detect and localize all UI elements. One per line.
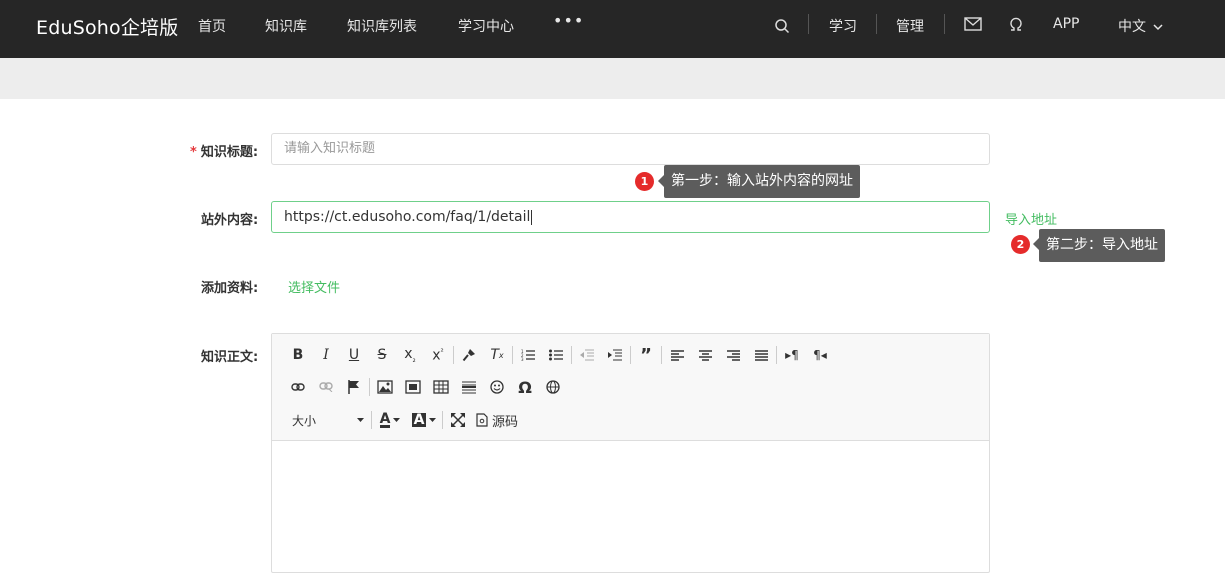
emoji-icon[interactable] [483, 375, 511, 399]
nav-divider [944, 14, 945, 34]
title-label-text: 知识标题: [200, 145, 259, 160]
source-code-button[interactable]: 源码 [472, 408, 522, 432]
step2-badge: 2 [1011, 235, 1030, 254]
blockquote-icon[interactable]: ” [632, 343, 660, 367]
choose-file-link[interactable]: 选择文件 [288, 277, 340, 296]
body-label: 知识正文: [201, 350, 259, 365]
svg-text:3: 3 [521, 357, 524, 361]
ordered-list-icon[interactable]: 123 [514, 343, 542, 367]
italic-icon[interactable]: I [312, 343, 340, 367]
toolbar-row: 大小 A A 源码 [284, 408, 522, 432]
step2-tooltip: 第二步：导入地址 [1039, 229, 1165, 262]
outdent-icon[interactable] [573, 343, 601, 367]
text-caret [531, 209, 533, 225]
mail-icon[interactable] [964, 17, 982, 31]
toolbar-divider [776, 346, 777, 364]
maximize-icon[interactable] [444, 408, 472, 432]
bullet-list-icon[interactable] [542, 343, 570, 367]
format-painter-icon[interactable] [455, 343, 483, 367]
nav-divider [808, 14, 809, 34]
unlink-icon[interactable] [312, 375, 340, 399]
rich-text-editor: B I U S x₂ x² Tx 123 ” ▸¶ ¶◂ Ω 大小 A A 源码 [271, 333, 990, 573]
image-icon[interactable] [371, 375, 399, 399]
nav-more-button[interactable]: ••• [553, 11, 584, 30]
language-select[interactable]: 中文 [1118, 16, 1163, 36]
nav-app-link[interactable]: APP [1053, 16, 1079, 32]
bold-icon[interactable]: B [284, 343, 312, 367]
caret-down-icon [357, 418, 364, 422]
required-marker: * [190, 145, 197, 160]
title-input[interactable]: 请输入知识标题 [271, 133, 990, 165]
toolbar-divider [371, 411, 372, 429]
source-code-label: 源码 [492, 414, 519, 430]
horizontal-rule-icon[interactable] [455, 375, 483, 399]
nav-manage-link[interactable]: 管理 [896, 16, 924, 36]
align-justify-icon[interactable] [747, 343, 775, 367]
background-color-icon[interactable]: A [407, 408, 441, 432]
nav-study-link[interactable]: 学习 [829, 16, 857, 36]
nav-item-knowledge-base[interactable]: 知识库 [265, 16, 307, 36]
superscript-icon[interactable]: x² [424, 343, 452, 367]
external-url-input[interactable]: https://ct.edusoho.com/faq/1/detail [271, 201, 990, 233]
title-input-placeholder: 请输入知识标题 [284, 141, 376, 156]
clear-format-icon[interactable]: Tx [483, 343, 511, 367]
rtl-direction-icon[interactable]: ¶◂ [806, 343, 834, 367]
toolbar-divider [512, 346, 513, 364]
toolbar-divider [630, 346, 631, 364]
special-char-icon[interactable]: Ω [511, 375, 539, 399]
attachment-label: 添加资料: [201, 281, 259, 296]
brand-logo[interactable]: EduSoho企培版 [36, 13, 178, 40]
step1-tooltip: 第一步：输入站外内容的网址 [664, 165, 860, 198]
ltr-direction-icon[interactable]: ▸¶ [778, 343, 806, 367]
subscript-icon[interactable]: x₂ [396, 343, 424, 367]
media-icon[interactable] [399, 375, 427, 399]
align-left-icon[interactable] [663, 343, 691, 367]
toolbar-divider [661, 346, 662, 364]
nav-item-knowledge-list[interactable]: 知识库列表 [347, 16, 417, 36]
sub-header-bar [0, 58, 1225, 99]
top-nav: EduSoho企培版 首页 知识库 知识库列表 学习中心 ••• 学习 管理 A… [0, 0, 1225, 58]
nav-item-learning-center[interactable]: 学习中心 [458, 16, 514, 36]
table-icon[interactable] [427, 375, 455, 399]
editor-toolbar: B I U S x₂ x² Tx 123 ” ▸¶ ¶◂ Ω 大小 A A 源码 [272, 334, 989, 441]
text-color-icon[interactable]: A [373, 408, 407, 432]
font-size-label: 大小 [292, 413, 317, 428]
external-content-label: 站外内容: [201, 213, 259, 228]
title-field-label: * 知识标题: [190, 141, 258, 160]
chevron-down-icon [1153, 24, 1163, 31]
anchor-flag-icon[interactable] [340, 375, 368, 399]
toolbar-row: B I U S x₂ x² Tx 123 ” ▸¶ ¶◂ [284, 343, 834, 367]
nav-divider [876, 14, 877, 34]
language-label: 中文 [1118, 19, 1146, 35]
underline-icon[interactable]: U [340, 343, 368, 367]
indent-icon[interactable] [601, 343, 629, 367]
toolbar-divider [442, 411, 443, 429]
import-address-link[interactable]: 导入地址 [1005, 209, 1057, 228]
editor-content-area[interactable] [272, 442, 989, 572]
align-right-icon[interactable] [719, 343, 747, 367]
external-url-value: https://ct.edusoho.com/faq/1/detail [284, 209, 531, 225]
link-icon[interactable] [284, 375, 312, 399]
nav-item-home[interactable]: 首页 [198, 16, 226, 36]
toolbar-divider [453, 346, 454, 364]
strikethrough-icon[interactable]: S [368, 343, 396, 367]
step1-badge: 1 [635, 172, 654, 191]
search-icon[interactable] [774, 18, 790, 34]
toolbar-row: Ω [284, 375, 567, 399]
toolbar-divider [369, 378, 370, 396]
toolbar-divider [571, 346, 572, 364]
font-size-select[interactable]: 大小 [284, 408, 370, 432]
globe-icon[interactable] [539, 375, 567, 399]
source-file-icon [476, 413, 488, 427]
omega-icon[interactable] [1008, 16, 1024, 32]
align-center-icon[interactable] [691, 343, 719, 367]
